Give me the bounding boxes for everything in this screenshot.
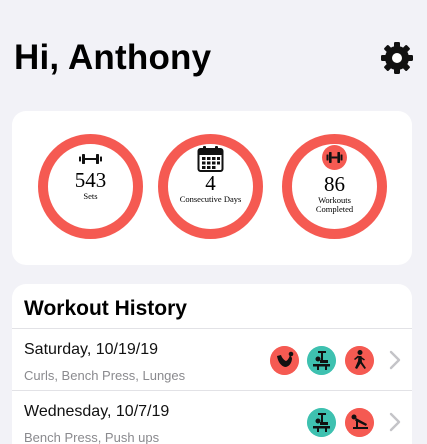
sets-stat-ring: 543 Sets [38, 134, 143, 239]
history-row-date: Saturday, 10/19/19 [24, 341, 159, 358]
consecutive-days-stat-ring: 4 Consecutive Days [158, 134, 263, 239]
workouts-completed-value: 86 [324, 172, 345, 196]
chevron-right-icon [389, 350, 401, 370]
arm-curl-icon [270, 346, 299, 375]
gear-icon [381, 42, 413, 74]
history-row-exercises: Bench Press, Push ups [24, 430, 160, 444]
sets-value: 543 [74, 168, 107, 192]
history-row[interactable]: Saturday, 10/19/19 Curls, Bench Press, L… [12, 328, 412, 391]
bench-press-icon [307, 346, 336, 375]
consecutive-days-label: Consecutive Days [179, 194, 242, 204]
dumbbell-badge-icon [322, 145, 347, 170]
stats-card: 543 Sets 4 Consecutive Days 86 Workouts … [12, 111, 412, 265]
history-row-date: Wednesday, 10/7/19 [24, 403, 170, 420]
greeting-title: Hi, Anthony [14, 38, 212, 77]
calendar-icon [197, 146, 224, 172]
settings-button[interactable] [379, 40, 415, 76]
workout-history-card: Workout History Saturday, 10/19/19 Curls… [12, 284, 412, 444]
workout-history-title: Workout History [24, 297, 187, 320]
consecutive-days-value: 4 [205, 171, 216, 195]
lunge-icon [345, 346, 374, 375]
workouts-completed-stat-ring: 86 Workouts Completed [282, 134, 387, 239]
sets-label: Sets [83, 191, 98, 201]
bench-press-icon [307, 408, 336, 437]
history-row-exercises: Curls, Bench Press, Lunges [24, 368, 186, 383]
chevron-right-icon [389, 412, 401, 432]
dumbbell-icon [79, 154, 102, 164]
workouts-completed-label-line-2: Completed [315, 204, 354, 214]
push-up-icon [345, 408, 374, 437]
